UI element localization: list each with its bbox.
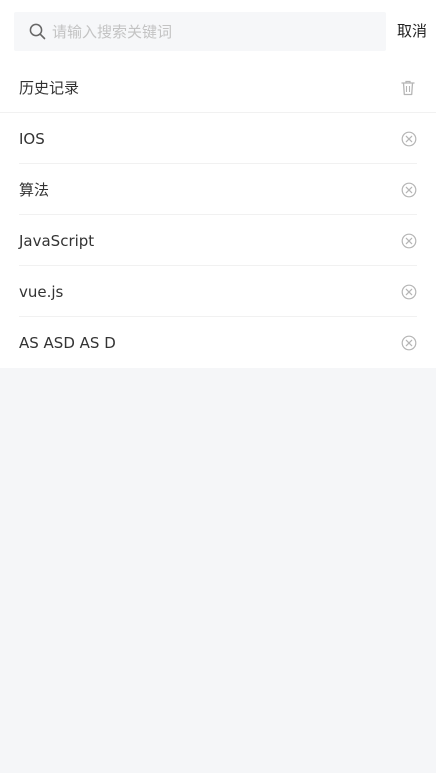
history-item-label: vue.js [19,282,64,301]
close-circle-icon[interactable] [401,233,417,249]
history-title: 历史记录 [19,79,80,97]
history-item-label: AS ASD AS D [19,333,116,352]
close-circle-icon[interactable] [401,182,417,198]
close-circle-icon[interactable] [401,284,417,300]
history-item-label: 算法 [19,181,50,199]
history-item-label: JavaScript [19,231,95,250]
history-item[interactable]: IOS [0,113,436,164]
history-item[interactable]: vue.js [0,266,436,317]
search-input[interactable] [52,16,352,47]
history-item[interactable]: JavaScript [0,215,436,266]
cancel-button[interactable]: 取消 [397,20,427,42]
close-circle-icon[interactable] [401,335,417,351]
search-icon [28,23,46,41]
search-bar[interactable] [14,12,386,51]
search-panel: 取消 历史记录 IOS 算法 JavaScript vue.js AS ASD AS D [0,0,436,368]
trash-icon[interactable] [400,79,416,97]
history-header: 历史记录 [0,63,436,113]
history-item-label: IOS [19,129,45,148]
close-circle-icon[interactable] [401,131,417,147]
history-item[interactable]: AS ASD AS D [0,317,436,368]
history-list: IOS 算法 JavaScript vue.js AS ASD AS D [0,113,436,368]
history-item[interactable]: 算法 [0,164,436,215]
